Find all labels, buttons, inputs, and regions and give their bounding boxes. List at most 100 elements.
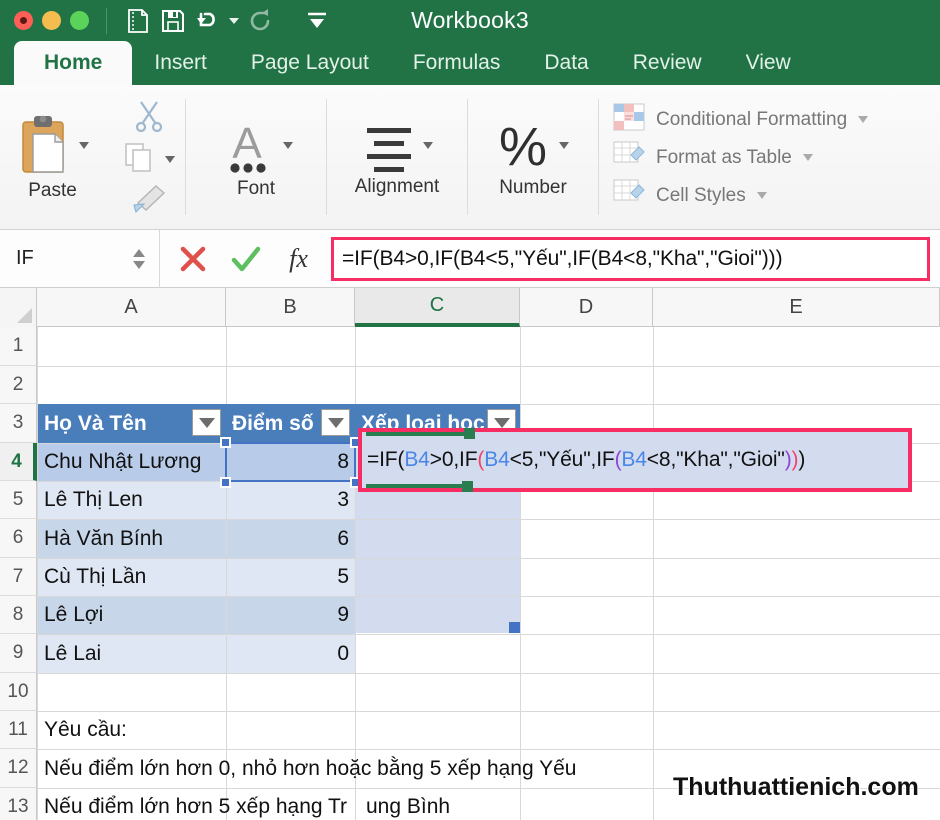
traffic-lights [0,11,89,30]
filter-button-name[interactable] [192,409,221,436]
new-document-icon[interactable] [122,6,154,36]
row-header-12[interactable]: 12 [0,749,37,788]
conditional-formatting-button[interactable]: Conditional Formatting [613,103,869,136]
redo-icon [244,6,276,36]
font-button[interactable]: A [219,116,293,176]
spreadsheet-grid: A B C D E 1 2 3 4 5 6 7 8 9 10 11 12 13 … [0,288,940,820]
alignment-dropdown-icon[interactable] [423,142,433,149]
insert-function-button[interactable]: fx [272,233,325,285]
row-header-4[interactable]: 4 [0,443,37,481]
row-header-6[interactable]: 6 [0,519,37,558]
copy-icon [123,141,155,178]
svg-text:%: % [499,117,547,175]
column-header-d[interactable]: D [520,288,653,327]
row-header-11[interactable]: 11 [0,711,37,749]
row-header-8[interactable]: 8 [0,596,37,634]
fill-handle[interactable] [509,622,520,633]
save-icon[interactable] [157,6,189,36]
row-header-2[interactable]: 2 [0,366,37,404]
cell-b8[interactable]: 9 [226,596,355,634]
cell-a4[interactable]: Chu Nhật Lương [38,443,226,481]
cell-editor-c4[interactable]: =IF(B4>0,IF(B4<5,"Yếu",IF(B4<8,"Kha","Gi… [358,428,912,492]
name-box[interactable]: IF [0,229,160,288]
minimize-window-button[interactable] [42,11,61,30]
cell-a13[interactable]: Nếu điểm lớn hơn 5 xếp hạng Tr [38,788,355,820]
editor-top-marker [366,432,466,436]
cell-a11[interactable]: Yêu cầu: [38,711,226,749]
tab-view[interactable]: View [724,41,791,85]
cell-a8[interactable]: Lê Lợi [38,596,226,634]
tab-review[interactable]: Review [611,41,724,85]
cell-a6[interactable]: Hà Văn Bính [38,519,226,558]
alignment-icon [361,118,417,174]
conditional-formatting-dropdown-icon[interactable] [858,116,869,123]
confirm-formula-button[interactable] [219,233,272,285]
format-as-table-dropdown-icon[interactable] [802,154,813,161]
tab-data[interactable]: Data [522,41,610,85]
formula-bar: IF fx =IF(B4>0,IF(B4<5,"Yếu",IF(B4<8,"Kh… [0,229,940,288]
cell-a9[interactable]: Lê Lai [38,634,226,673]
column-header-c[interactable]: C [355,288,520,327]
column-header-e[interactable]: E [653,288,940,327]
undo-icon[interactable] [192,6,224,36]
svg-text:A: A [232,119,262,168]
maximize-window-button[interactable] [70,11,89,30]
row-header-10[interactable]: 10 [0,673,37,711]
number-button[interactable]: % [497,117,569,175]
cell-styles-button[interactable]: Cell Styles [613,179,767,212]
filter-button-score[interactable] [321,409,350,436]
undo-dropdown-icon[interactable] [227,7,241,35]
row-header-9[interactable]: 9 [0,634,37,673]
tab-page-layout[interactable]: Page Layout [229,41,391,85]
site-watermark: Thuthuattienich.com [673,773,919,801]
gridline-v-3 [520,327,521,820]
ref-handle-tl[interactable] [220,437,231,448]
cancel-formula-button[interactable] [166,233,219,285]
ref-handle-bl[interactable] [220,477,231,488]
font-group-label: Font [236,177,276,199]
close-window-button[interactable] [14,11,33,30]
cell-a12[interactable]: Nếu điểm lớn hơn 0, nhỏ hơn hoặc bằng 5 … [38,749,598,788]
title-bar: Workbook3 [0,0,940,41]
cell-styles-icon [613,179,645,212]
cell-styles-dropdown-icon[interactable] [756,192,767,199]
cell-a7[interactable]: Cù Thị Lần [38,558,226,596]
cell-b9[interactable]: 0 [226,634,355,673]
gridline-h-1 [37,366,940,367]
cell-a5[interactable]: Lê Thị Len [38,481,226,519]
format-painter-button[interactable] [124,182,166,222]
paste-dropdown-icon[interactable] [78,142,89,149]
select-all-corner[interactable] [0,288,37,327]
row-header-7[interactable]: 7 [0,558,37,596]
copy-button[interactable] [115,140,175,180]
cell-c13[interactable]: ung Bình [360,788,520,820]
cell-b6[interactable]: 6 [226,519,355,558]
cut-button[interactable] [124,98,166,138]
row-header-13[interactable]: 13 [0,788,37,820]
row-header-5[interactable]: 5 [0,481,37,519]
paste-button[interactable] [17,114,89,178]
name-box-spinner[interactable] [133,248,145,269]
cell-b7[interactable]: 5 [226,558,355,596]
row-header-3[interactable]: 3 [0,404,37,443]
column-header-a[interactable]: A [37,288,226,327]
cell-editor-text: =IF(B4>0,IF(B4<5,"Yếu",IF(B4<8,"Kha","Gi… [367,448,806,471]
cell-styles-label: Cell Styles [656,184,746,206]
formula-input[interactable]: =IF(B4>0,IF(B4<5,"Yếu",IF(B4<8,"Kha","Gi… [331,236,930,281]
font-dropdown-icon[interactable] [283,142,293,149]
copy-dropdown-icon[interactable] [165,156,175,163]
cell-b5[interactable]: 3 [226,481,355,519]
tab-formulas[interactable]: Formulas [391,41,523,85]
customize-toolbar-icon[interactable] [301,6,333,36]
alignment-button[interactable] [361,118,433,174]
ribbon-group-number: % Number [468,85,598,230]
format-as-table-button[interactable]: Format as Table [613,141,813,174]
row-header-1[interactable]: 1 [0,327,37,366]
tab-home[interactable]: Home [14,41,133,85]
titlebar-divider [106,7,107,34]
reference-highlight-b4 [225,442,356,482]
tab-insert[interactable]: Insert [132,41,229,85]
editor-top-nub [464,428,475,439]
number-dropdown-icon[interactable] [559,142,569,149]
column-header-b[interactable]: B [226,288,355,327]
